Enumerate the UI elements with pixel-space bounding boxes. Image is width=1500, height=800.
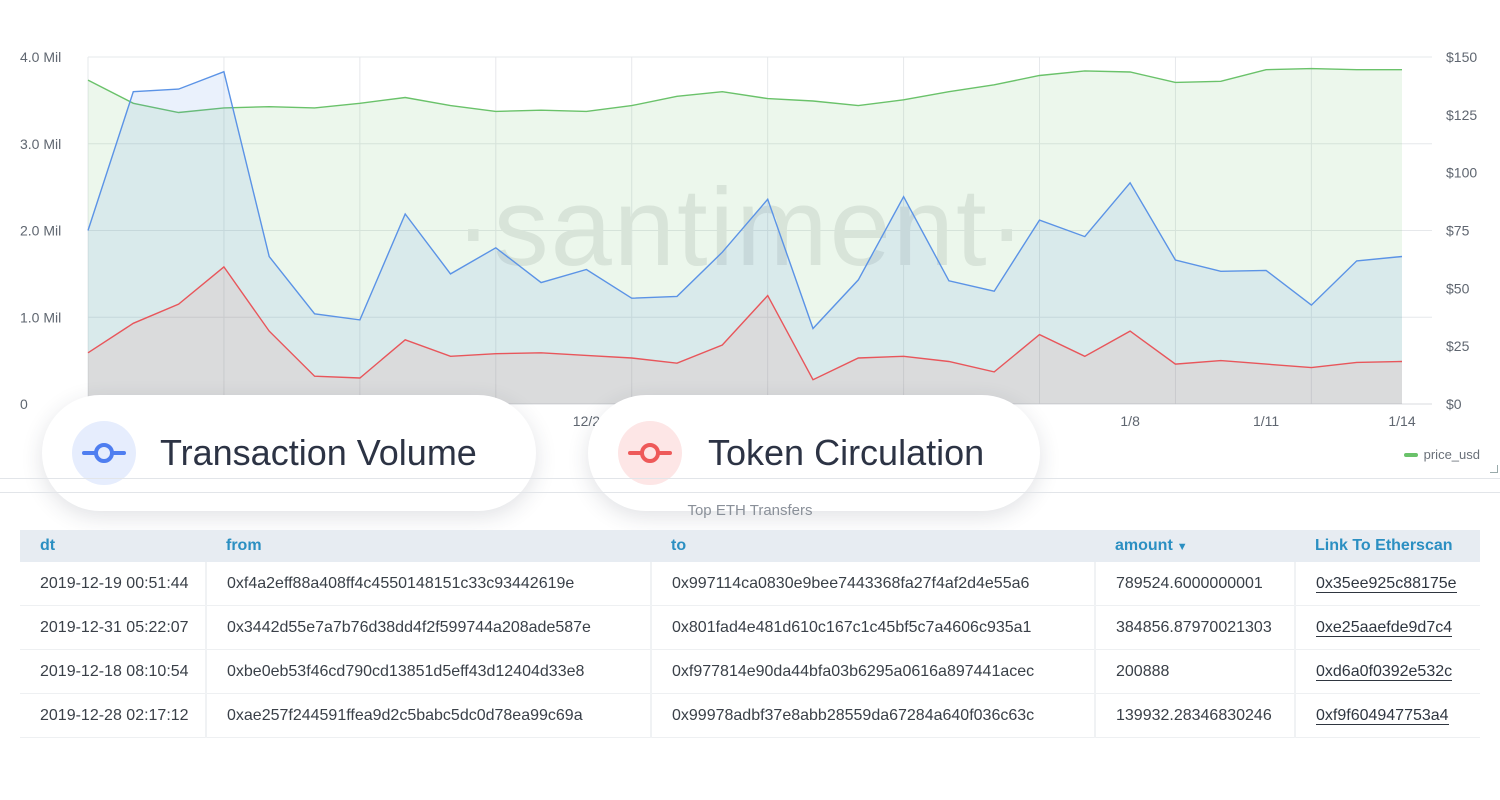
column-header-from[interactable]: from [206, 530, 651, 562]
right-tick-label: $125 [1446, 107, 1477, 123]
legend-price[interactable]: price_usd [1403, 447, 1480, 462]
cell-to: 0x997114ca0830e9bee7443368fa27f4af2d4e55… [651, 562, 1096, 606]
right-tick-label: $150 [1446, 49, 1477, 65]
cell-dt: 2019-12-19 00:51:44 [20, 562, 207, 606]
divider [0, 492, 1500, 493]
legend-price-label: price_usd [1423, 447, 1480, 462]
cell-amount: 789524.6000000001 [1095, 562, 1296, 606]
etherscan-link[interactable]: 0xd6a0f0392e532c [1316, 662, 1453, 681]
etherscan-link[interactable]: 0x35ee925c88175e [1316, 574, 1457, 593]
cell-from: 0xf4a2eff88a408ff4c4550148151c33c9344261… [206, 562, 652, 606]
cell-to: 0x801fad4e481d610c167c1c45bf5c7a4606c935… [651, 605, 1096, 650]
right-tick-label: $25 [1446, 338, 1470, 354]
resize-handle-icon[interactable] [1490, 465, 1498, 473]
cell-etherscan: 0x35ee925c88175e [1295, 562, 1480, 606]
table-row: 2019-12-28 02:17:12 0xae257f244591ffea9d2… [20, 693, 1480, 738]
column-header-to[interactable]: to [651, 530, 1095, 562]
token-circulation-icon [618, 421, 682, 485]
pill-label: Token Circulation [708, 432, 985, 473]
right-tick-label: $0 [1446, 396, 1462, 412]
etherscan-link[interactable]: 0xe25aaefde9d7c4 [1316, 618, 1453, 637]
table-row: 2019-12-18 08:10:54 0xbe0eb53f46cd790cd13… [20, 649, 1480, 694]
pill-token-circulation[interactable]: Token Circulation [588, 395, 1040, 511]
left-tick-label: 3.0 Mil [20, 136, 61, 152]
left-axis: 4.0 Mil 3.0 Mil 2.0 Mil 1.0 Mil 0 [20, 49, 61, 412]
right-axis: $150 $125 $100 $75 $50 $25 $0 [1446, 49, 1477, 412]
x-tick-label: 1/8 [1120, 413, 1140, 429]
legend-swatch [1403, 452, 1418, 457]
column-header-amount-label: amount [1115, 537, 1173, 554]
transaction-volume-icon [72, 421, 136, 485]
x-tick-label: 1/11 [1253, 413, 1279, 429]
column-header-dt[interactable]: dt [20, 530, 206, 562]
cell-amount: 200888 [1095, 649, 1296, 694]
cell-from: 0xbe0eb53f46cd790cd13851d5eff43d12404d33… [206, 649, 652, 694]
cell-etherscan: 0xd6a0f0392e532c [1295, 649, 1480, 694]
left-tick-label: 2.0 Mil [20, 223, 61, 239]
column-header-amount[interactable]: amount ▼ [1095, 530, 1295, 562]
right-tick-label: $100 [1446, 165, 1477, 181]
cell-from: 0x3442d55e7a7b76d38dd4f2f599744a208ade58… [206, 605, 652, 650]
left-tick-label: 4.0 Mil [20, 49, 61, 65]
right-tick-label: $50 [1446, 280, 1470, 296]
divider [0, 478, 1500, 479]
right-tick-label: $75 [1446, 223, 1470, 239]
chart-series [87, 67, 1403, 404]
cell-etherscan: 0xf9f604947753a4 [1295, 693, 1480, 738]
cell-etherscan: 0xe25aaefde9d7c4 [1295, 605, 1480, 650]
cell-from: 0xae257f244591ffea9d2c5babc5dc0d78ea99c6… [206, 693, 652, 738]
left-tick-label: 1.0 Mil [20, 309, 61, 325]
left-tick-label: 0 [20, 396, 28, 412]
cell-dt: 2019-12-18 08:10:54 [20, 649, 207, 694]
sort-desc-icon: ▼ [1176, 541, 1188, 553]
column-header-etherscan[interactable]: Link To Etherscan [1295, 530, 1480, 562]
cell-dt: 2019-12-31 05:22:07 [20, 605, 207, 650]
cell-amount: 139932.28346830246 [1095, 693, 1296, 738]
etherscan-link[interactable]: 0xf9f604947753a4 [1316, 706, 1449, 725]
cell-to: 0x99978adbf37e8abb28559da67284a640f036c6… [651, 693, 1096, 738]
x-tick-label: 1/14 [1388, 413, 1415, 429]
pill-label: Transaction Volume [160, 432, 477, 473]
cell-amount: 384856.87970021303 [1095, 605, 1296, 650]
table-row: 2019-12-31 05:22:07 0x3442d55e7a7b76d38dd… [20, 605, 1480, 650]
table-row: 2019-12-19 00:51:44 0xf4a2eff88a408ff4c45… [20, 562, 1480, 606]
cell-to: 0xf977814e90da44bfa03b6295a0616a897441ac… [651, 649, 1096, 694]
cell-dt: 2019-12-28 02:17:12 [20, 693, 207, 738]
table-header-row: dt from to amount ▼ Link To Etherscan [20, 530, 1480, 562]
transfers-table: dt from to amount ▼ Link To Etherscan 201… [20, 530, 1480, 738]
pill-transaction-volume[interactable]: Transaction Volume [42, 395, 536, 511]
table-title: Top ETH Transfers [687, 502, 813, 519]
